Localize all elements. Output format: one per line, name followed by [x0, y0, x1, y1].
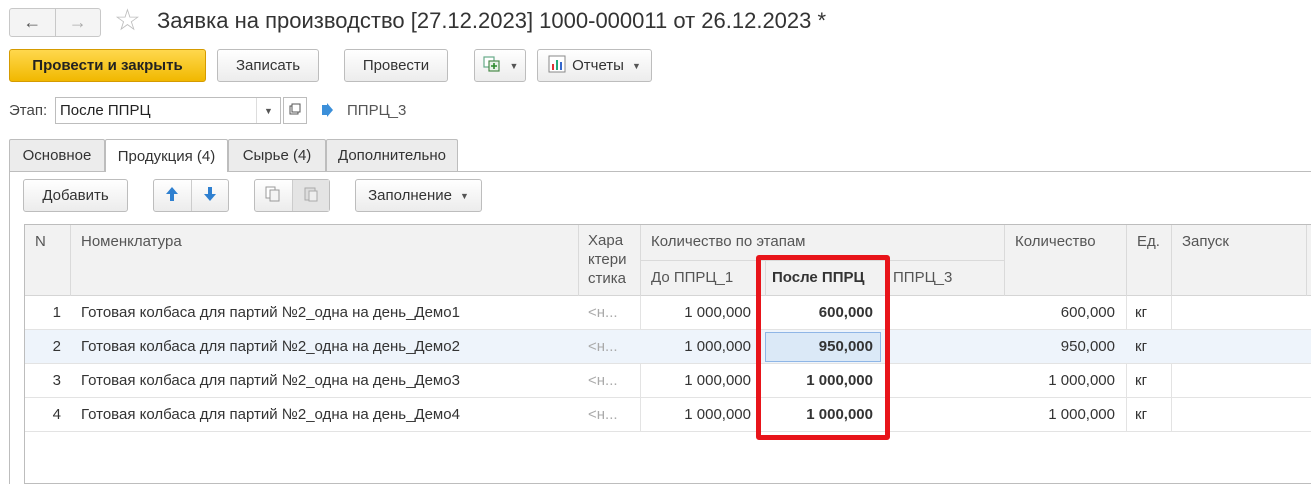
cell-characteristic: <н... — [588, 372, 618, 389]
add-label: Добавить — [42, 187, 109, 204]
post-and-close-button[interactable]: Провести и закрыть — [9, 49, 206, 82]
copy-icon — [265, 186, 281, 206]
copy-button[interactable] — [255, 180, 292, 211]
col-header-nomenclature[interactable]: Номенклатура — [81, 233, 182, 250]
cell-n: 1 — [52, 304, 61, 321]
products-table: N Номенклатура Хара ктери стика Количест… — [24, 224, 1311, 484]
col-header-quantity[interactable]: Количество — [1015, 233, 1096, 250]
chevron-down-icon: ▼ — [460, 190, 469, 201]
column-divider — [578, 225, 579, 296]
table-row[interactable]: 2 Готовая колбаса для партий №2_одна на … — [25, 330, 1311, 364]
favorite-star-icon[interactable]: ☆ — [114, 6, 141, 36]
history-nav: ← → — [9, 8, 101, 37]
post-label: Провести — [362, 57, 430, 74]
stage-field[interactable]: После ППРЦ ▼ — [55, 97, 281, 124]
clipboard-buttons — [254, 179, 330, 212]
paste-icon — [303, 186, 319, 206]
tab-label: Дополнительно — [338, 147, 446, 164]
tab-label: Сырье (4) — [242, 147, 312, 164]
col-header-characteristic[interactable]: Хара ктери стика — [588, 231, 627, 288]
create-based-on-button[interactable]: ▼ — [474, 49, 526, 82]
cell-unit: кг — [1135, 406, 1148, 423]
cell-n: 2 — [52, 338, 61, 355]
cell-quantity: 1 000,000 — [1048, 372, 1115, 389]
cell-unit: кг — [1135, 304, 1148, 321]
column-divider — [1306, 225, 1307, 296]
col-header-n[interactable]: N — [35, 233, 46, 250]
cell-characteristic: <н... — [588, 406, 618, 423]
chevron-down-icon[interactable]: ▼ — [256, 98, 280, 123]
col-header-by-stages: Количество по этапам — [651, 233, 806, 250]
stage-value: После ППРЦ — [60, 102, 151, 119]
cell-quantity: 950,000 — [1060, 338, 1115, 355]
reports-button[interactable]: Отчеты ▼ — [537, 49, 652, 82]
next-stage-link[interactable]: ППРЦ_3 — [347, 102, 406, 119]
col-header-launch[interactable]: Запуск — [1182, 233, 1229, 250]
reports-icon — [548, 55, 566, 77]
cell-nomenclature: Готовая колбаса для партий №2_одна на де… — [81, 304, 460, 321]
chevron-down-icon: ▼ — [509, 60, 519, 71]
back-button[interactable]: ← — [10, 9, 55, 36]
arrow-left-icon: ← — [23, 12, 42, 32]
cell-before-pprc1: 1 000,000 — [684, 372, 751, 389]
open-stage-button[interactable] — [283, 97, 307, 124]
cell-before-pprc1: 1 000,000 — [684, 304, 751, 321]
table-row[interactable]: 4 Готовая колбаса для партий №2_одна на … — [25, 398, 1311, 432]
tab-products[interactable]: Продукция (4) — [105, 139, 228, 172]
cell-unit: кг — [1135, 338, 1148, 355]
cell-quantity: 600,000 — [1060, 304, 1115, 321]
paste-button[interactable] — [291, 180, 329, 211]
arrow-up-icon — [165, 186, 179, 206]
panel-border — [9, 171, 10, 484]
create-based-on-icon — [482, 55, 502, 77]
post-button[interactable]: Провести — [344, 49, 448, 82]
column-divider — [70, 225, 71, 296]
open-form-icon — [289, 103, 301, 118]
highlight-box — [756, 255, 890, 440]
reports-label: Отчеты — [572, 57, 624, 74]
cell-before-pprc1: 1 000,000 — [684, 338, 751, 355]
col-header-pprc3[interactable]: ППРЦ_3 — [893, 269, 952, 286]
cell-nomenclature: Готовая колбаса для партий №2_одна на де… — [81, 338, 460, 355]
tab-raw-materials[interactable]: Сырье (4) — [228, 139, 326, 171]
cell-unit: кг — [1135, 372, 1148, 389]
post-and-close-label: Провести и закрыть — [32, 57, 183, 74]
cell-n: 3 — [52, 372, 61, 389]
move-buttons — [153, 179, 229, 212]
save-button[interactable]: Записать — [217, 49, 319, 82]
stage-label: Этап: — [9, 102, 48, 119]
column-divider — [1004, 225, 1005, 296]
fill-label: Заполнение — [368, 187, 452, 204]
cell-characteristic: <н... — [588, 338, 618, 355]
page-title: Заявка на производство [27.12.2023] 1000… — [157, 8, 827, 33]
column-divider — [1171, 225, 1172, 296]
column-divider — [1126, 225, 1127, 296]
table-row[interactable]: 3 Готовая колбаса для партий №2_одна на … — [25, 364, 1311, 398]
add-button[interactable]: Добавить — [23, 179, 128, 212]
move-up-button[interactable] — [154, 180, 191, 211]
move-down-button[interactable] — [190, 180, 229, 211]
tab-label: Основное — [22, 147, 92, 164]
col-header-unit[interactable]: Ед. — [1137, 233, 1160, 250]
tab-main[interactable]: Основное — [9, 139, 105, 171]
cell-quantity: 1 000,000 — [1048, 406, 1115, 423]
tab-label: Продукция (4) — [117, 147, 216, 165]
chevron-down-icon: ▼ — [631, 60, 641, 71]
col-header-before-pprc1[interactable]: До ППРЦ_1 — [651, 269, 733, 286]
next-stage-arrow-icon — [320, 102, 334, 122]
cell-nomenclature: Готовая колбаса для партий №2_одна на де… — [81, 406, 460, 423]
cell-n: 4 — [52, 406, 61, 423]
save-label: Записать — [235, 57, 301, 74]
cell-characteristic: <н... — [588, 304, 618, 321]
forward-button[interactable]: → — [54, 9, 101, 36]
tab-additional[interactable]: Дополнительно — [326, 139, 458, 171]
table-row[interactable]: 1 Готовая колбаса для партий №2_одна на … — [25, 296, 1311, 330]
cell-nomenclature: Готовая колбаса для партий №2_одна на де… — [81, 372, 460, 389]
fill-button[interactable]: Заполнение ▼ — [355, 179, 482, 212]
cell-before-pprc1: 1 000,000 — [684, 406, 751, 423]
arrow-down-icon — [203, 186, 217, 206]
arrow-right-icon: → — [68, 12, 87, 32]
